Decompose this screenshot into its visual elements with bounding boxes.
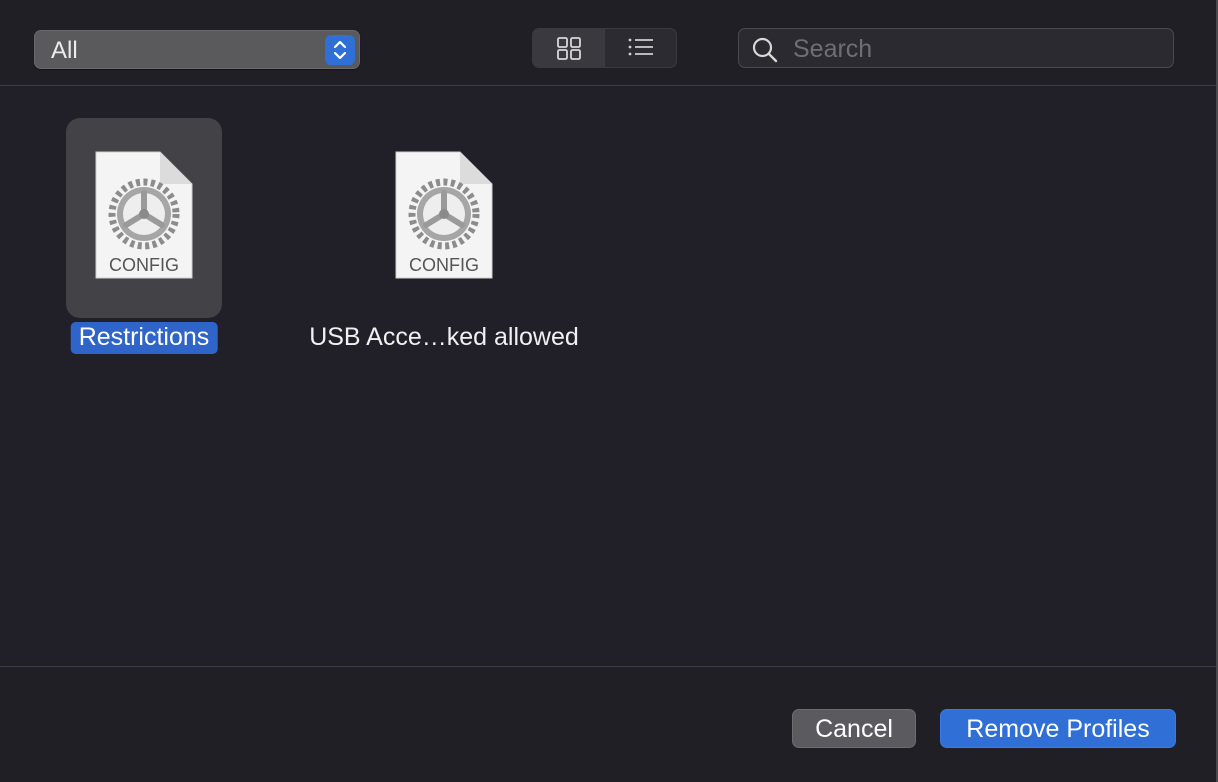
- toolbar: All: [0, 0, 1216, 86]
- config-profile-icon: CONFIG: [395, 151, 493, 279]
- footer: Cancel Remove Profiles: [0, 666, 1216, 782]
- remove-profiles-button[interactable]: Remove Profiles: [940, 709, 1176, 748]
- list-icon: [628, 38, 653, 56]
- grid-view-button[interactable]: [533, 29, 605, 67]
- chevron-up-down-icon: [325, 35, 355, 65]
- grid-icon: [557, 37, 581, 60]
- config-profile-icon: CONFIG: [95, 151, 193, 279]
- profile-item-usb-accessories[interactable]: CONFIG USB Acce…ked allowed: [309, 118, 579, 358]
- profile-name: Restrictions: [70, 322, 218, 354]
- search-icon: [751, 36, 779, 69]
- search-field: [738, 28, 1174, 68]
- cancel-button[interactable]: Cancel: [792, 709, 916, 748]
- svg-text:CONFIG: CONFIG: [109, 255, 179, 275]
- search-input[interactable]: [791, 33, 1165, 65]
- svg-text:CONFIG: CONFIG: [409, 255, 479, 275]
- filter-value: All: [51, 37, 78, 64]
- profiles-grid: CONFIG Restrictions CONFIG USB Acce…ked …: [0, 86, 1216, 666]
- profiles-sheet: All Search CONFIG Restrictions CONFIG US…: [0, 0, 1218, 782]
- view-mode-segmented-control: [532, 28, 677, 68]
- list-view-button[interactable]: [605, 29, 676, 67]
- profile-item-restrictions[interactable]: CONFIG Restrictions: [66, 118, 222, 358]
- profile-name: USB Acce…ked allowed: [309, 323, 579, 351]
- filter-popup-button[interactable]: All: [34, 30, 360, 69]
